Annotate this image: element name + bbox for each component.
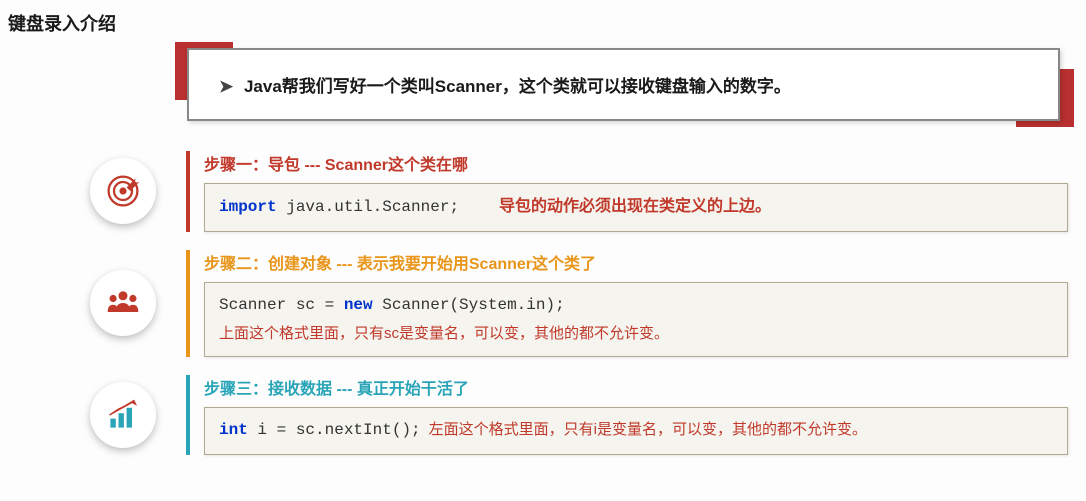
intro-box: Java帮我们写好一个类叫Scanner，这个类就可以接收键盘输入的数字。	[187, 48, 1060, 121]
step-content: 步骤三：接收数据 --- 真正开始干活了 int i = sc.nextInt(…	[186, 375, 1068, 455]
step-1: 步骤一：导包 --- Scanner这个类在哪 import java.util…	[90, 151, 1068, 232]
code-text: Scanner(System.in);	[373, 296, 565, 314]
code-note: 上面这个格式里面，只有sc是变量名，可以变，其他的都不允许变。	[219, 322, 1053, 346]
code-box: Scanner sc = new Scanner(System.in); 上面这…	[204, 282, 1068, 358]
people-icon	[90, 270, 156, 336]
code-box: import java.util.Scanner; 导包的动作必须出现在类定义的上…	[204, 183, 1068, 232]
keyword-new: new	[344, 296, 373, 314]
keyword-import: import	[219, 198, 277, 216]
step-content: 步骤一：导包 --- Scanner这个类在哪 import java.util…	[186, 151, 1068, 232]
code-note: 导包的动作必须出现在类定义的上边。	[499, 198, 771, 215]
step-title: 步骤三：接收数据 --- 真正开始干活了	[204, 375, 1068, 399]
code-box: int i = sc.nextInt(); 左面这个格式里面，只有i是变量名，可以…	[204, 407, 1068, 455]
intro-text: Java帮我们写好一个类叫Scanner，这个类就可以接收键盘输入的数字。	[219, 72, 1028, 97]
step-content: 步骤二：创建对象 --- 表示我要开始用Scanner这个类了 Scanner …	[186, 250, 1068, 358]
chart-icon	[90, 382, 156, 448]
intro-banner: Java帮我们写好一个类叫Scanner，这个类就可以接收键盘输入的数字。	[175, 48, 1068, 121]
page-title: 键盘录入介绍	[0, 0, 1086, 42]
step-title: 步骤一：导包 --- Scanner这个类在哪	[204, 151, 1068, 175]
target-icon	[90, 158, 156, 224]
step-title: 步骤二：创建对象 --- 表示我要开始用Scanner这个类了	[204, 250, 1068, 274]
step-2: 步骤二：创建对象 --- 表示我要开始用Scanner这个类了 Scanner …	[90, 250, 1068, 358]
code-text: Scanner sc =	[219, 296, 344, 314]
keyword-int: int	[219, 421, 248, 439]
code-note: 左面这个格式里面，只有i是变量名，可以变，其他的都不允许变。	[429, 421, 867, 438]
step-3: 步骤三：接收数据 --- 真正开始干活了 int i = sc.nextInt(…	[90, 375, 1068, 455]
code-text: java.util.Scanner;	[277, 198, 459, 216]
code-text: i = sc.nextInt();	[248, 421, 421, 439]
